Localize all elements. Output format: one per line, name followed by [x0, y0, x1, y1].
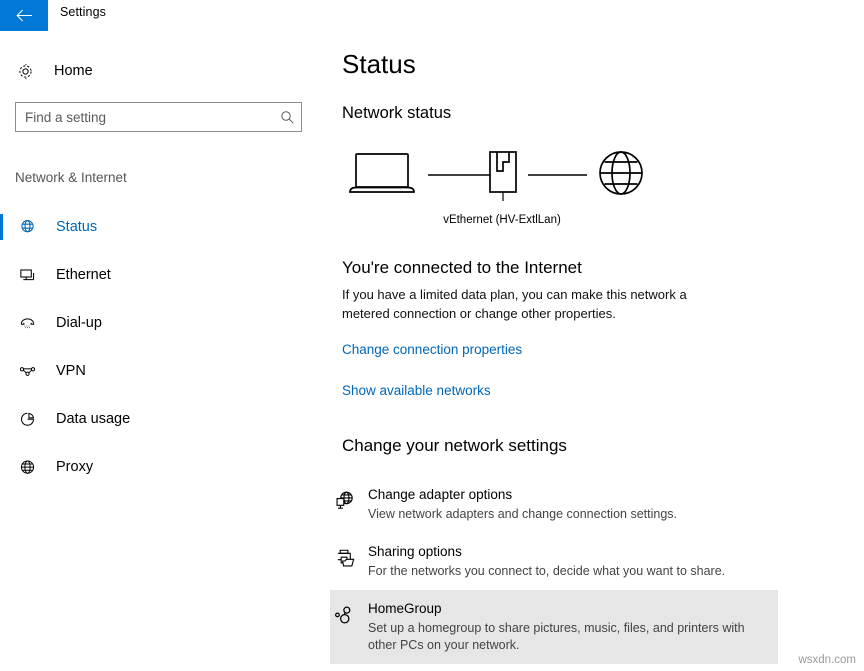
option-description: For the networks you connect to, decide … [368, 564, 726, 578]
connection-description: If you have a limited data plan, you can… [342, 287, 687, 321]
change-connection-properties-link[interactable]: Change connection properties [342, 342, 522, 357]
option-change-adapter-options[interactable]: Change adapter options View network adap… [330, 476, 790, 533]
back-button[interactable] [0, 0, 48, 31]
sidebar-home-label: Home [54, 63, 93, 79]
page-title: Status [342, 49, 416, 79]
settings-section-heading: Change your network settings [342, 436, 567, 455]
sidebar-item-label: Status [56, 219, 98, 235]
sidebar-item-home[interactable]: Home [14, 55, 314, 87]
option-title: HomeGroup [368, 601, 442, 616]
option-title: Sharing options [368, 544, 462, 559]
network-status-heading: Network status [342, 104, 452, 122]
connection-heading: You're connected to the Internet [342, 258, 582, 277]
option-description: Set up a homegroup to share pictures, mu… [368, 621, 745, 652]
main-content: Status Network status vEthernet (HV-Extl… [330, 31, 864, 671]
sidebar-nav: Status Ethernet Dial-up VPN Data usage P… [0, 203, 330, 491]
homegroup-icon [334, 600, 368, 654]
dialup-icon [15, 311, 39, 335]
sidebar-item-status[interactable]: Status [0, 203, 330, 251]
sidebar-item-proxy[interactable]: Proxy [0, 443, 330, 491]
option-sharing-options[interactable]: Sharing options For the networks you con… [330, 533, 790, 590]
search-input[interactable] [16, 109, 273, 125]
globe-grid-icon [15, 455, 39, 479]
sidebar-item-label: Ethernet [56, 267, 111, 283]
option-homegroup[interactable]: HomeGroup Set up a homegroup to share pi… [330, 590, 778, 664]
sidebar: Home Network & Internet [0, 31, 330, 671]
sidebar-item-vpn[interactable]: VPN [0, 347, 330, 395]
app-title: Settings [60, 5, 106, 19]
network-adapter-icon [489, 151, 517, 201]
option-text: Change adapter options View network adap… [368, 486, 778, 523]
network-settings-options: Change adapter options View network adap… [330, 476, 790, 664]
title-bar: Settings [0, 0, 864, 31]
watermark: wsxdn.com [798, 654, 856, 666]
network-diagram: vEthernet (HV-ExtlLan) [342, 144, 662, 234]
globe-icon [15, 215, 39, 239]
adapter-options-icon [334, 486, 368, 523]
search-box[interactable] [15, 102, 302, 132]
sidebar-section-title: Network & Internet [15, 170, 127, 185]
sidebar-item-dial-up[interactable]: Dial-up [0, 299, 330, 347]
globe-icon [599, 151, 643, 195]
sidebar-item-data-usage[interactable]: Data usage [0, 395, 330, 443]
vpn-icon [15, 359, 39, 383]
search-icon[interactable] [273, 110, 301, 125]
sidebar-item-label: Data usage [56, 411, 131, 427]
option-description: View network adapters and change connect… [368, 507, 677, 521]
sidebar-item-label: Proxy [56, 459, 94, 475]
sidebar-item-label: VPN [56, 363, 86, 379]
gear-icon [14, 63, 36, 80]
ethernet-icon [15, 263, 39, 287]
sidebar-item-label: Dial-up [56, 315, 102, 331]
laptop-icon [349, 153, 415, 193]
sharing-options-icon [334, 543, 368, 580]
option-text: Sharing options For the networks you con… [368, 543, 778, 580]
settings-window: Settings Home Find a setting Network & I… [0, 0, 864, 671]
option-title: Change adapter options [368, 487, 513, 502]
adapter-label: vEthernet (HV-ExtlLan) [443, 214, 561, 226]
show-available-networks-link[interactable]: Show available networks [342, 383, 491, 398]
sidebar-item-ethernet[interactable]: Ethernet [0, 251, 330, 299]
option-text: HomeGroup Set up a homegroup to share pi… [368, 600, 766, 654]
pie-chart-icon [15, 407, 39, 431]
back-arrow-icon [15, 9, 33, 22]
